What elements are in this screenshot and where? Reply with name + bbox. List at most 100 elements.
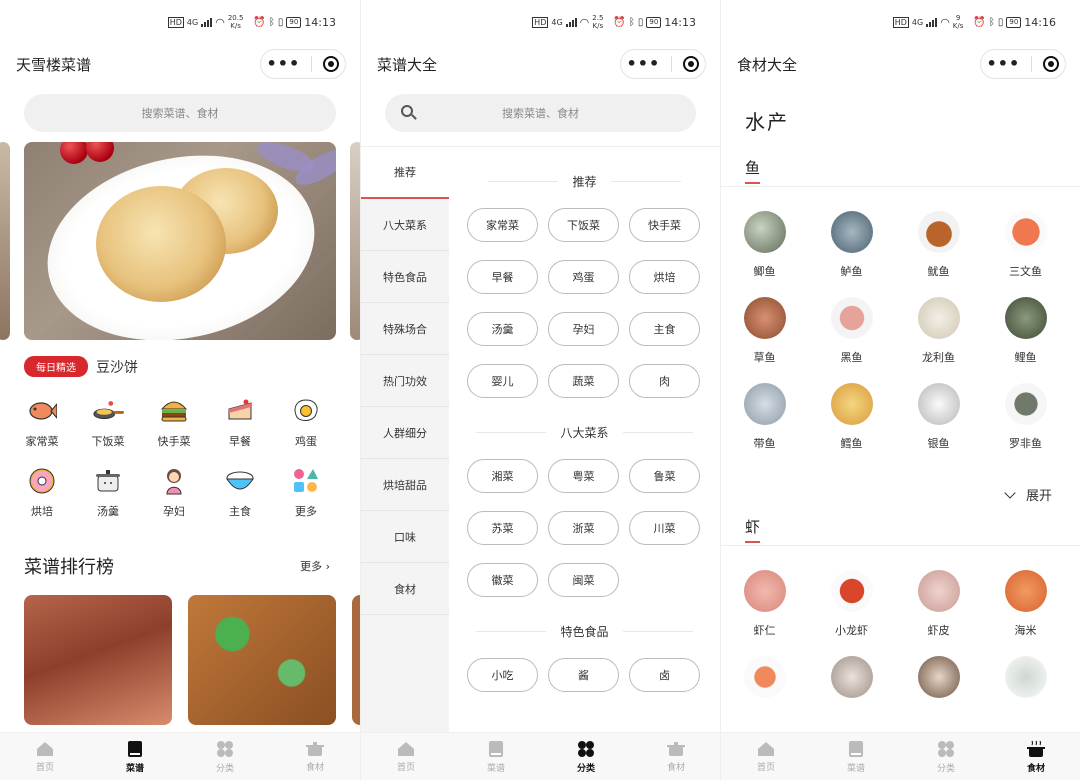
ingredient-item[interactable]: 虾皮 [895, 570, 982, 638]
category-chip[interactable]: 烘培 [629, 260, 700, 294]
category-chip[interactable]: 早餐 [467, 260, 538, 294]
sidenav-item-occasion[interactable]: 特殊场合 [361, 303, 449, 355]
tab-home[interactable]: 首页 [361, 733, 451, 780]
close-miniprogram-icon[interactable] [683, 56, 700, 72]
category-chip[interactable]: 主食 [629, 312, 700, 346]
category-chip[interactable]: 徽菜 [467, 563, 538, 597]
tab-ingredients[interactable]: 食材 [991, 733, 1080, 780]
sidenav-item-taste[interactable]: 口味 [361, 511, 449, 563]
category-item[interactable]: 孕妇 [141, 467, 207, 519]
category-item[interactable]: 家常菜 [9, 397, 75, 449]
tab-categories[interactable]: 分类 [180, 733, 270, 780]
category-chip[interactable]: 家常菜 [467, 208, 538, 242]
category-chip[interactable]: 孕妇 [548, 312, 619, 346]
sidenav-item-specialty[interactable]: 特色食品 [361, 251, 449, 303]
category-chip[interactable]: 酱 [548, 658, 619, 692]
ingredient-item[interactable]: 鱿鱼 [895, 211, 982, 279]
banner-image[interactable] [24, 142, 336, 340]
ingredient-item[interactable]: 草鱼 [721, 297, 808, 365]
ingredient-item[interactable] [982, 656, 1069, 708]
category-chip[interactable]: 汤羹 [467, 312, 538, 346]
search-input[interactable]: 搜索菜谱、食材 [24, 94, 336, 132]
category-chip[interactable]: 粤菜 [548, 459, 619, 493]
category-chip[interactable]: 蔬菜 [548, 364, 619, 398]
category-chip[interactable]: 下饭菜 [548, 208, 619, 242]
category-chip[interactable]: 肉 [629, 364, 700, 398]
category-item[interactable]: 下饭菜 [75, 397, 141, 449]
ingredient-item[interactable]: 银鱼 [895, 383, 982, 451]
sidenav-item-effects[interactable]: 热门功效 [361, 355, 449, 407]
category-chip[interactable]: 苏菜 [467, 511, 538, 545]
category-item[interactable]: 主食 [207, 467, 273, 519]
daily-pick-name[interactable]: 豆沙饼 [96, 357, 138, 377]
category-label: 烘培 [31, 505, 53, 518]
more-options-icon[interactable]: ••• [267, 56, 301, 72]
sidenav-item-people[interactable]: 人群细分 [361, 407, 449, 459]
tab-recipes[interactable]: 菜谱 [90, 733, 180, 780]
ranking-more-link[interactable]: 更多 › [300, 558, 330, 574]
shrimp-section-tab[interactable]: 虾 [745, 516, 761, 543]
ingredient-image [1004, 656, 1047, 698]
ingredient-item[interactable]: 鲤鱼 [982, 297, 1069, 365]
daily-pick-badge: 每日精选 [24, 356, 88, 377]
category-chip[interactable]: 闽菜 [548, 563, 619, 597]
category-item[interactable]: 早餐 [207, 397, 273, 449]
ingredient-item[interactable]: 带鱼 [721, 383, 808, 451]
expand-button[interactable]: 展开 [721, 485, 1052, 504]
daily-pick[interactable]: 每日精选 豆沙饼 [24, 356, 360, 377]
more-options-icon[interactable]: ••• [987, 56, 1021, 72]
category-chip[interactable]: 卤 [629, 658, 700, 692]
sidenav-item-cuisines[interactable]: 八大菜系 [361, 199, 449, 251]
section-title: 八大菜系 [467, 424, 702, 441]
category-item[interactable]: 烘培 [9, 467, 75, 519]
fish-section-tab[interactable]: 鱼 [745, 157, 761, 184]
sidenav-item-ingredients[interactable]: 食材 [361, 563, 449, 615]
tab-ingredients[interactable]: 食材 [270, 733, 360, 780]
ingredient-item[interactable]: 龙利鱼 [895, 297, 982, 365]
category-item[interactable]: 快手菜 [141, 397, 207, 449]
category-chip[interactable]: 浙菜 [548, 511, 619, 545]
more-options-icon[interactable]: ••• [627, 56, 661, 72]
hd-label: HD [532, 16, 549, 28]
ingredient-item[interactable]: 海米 [982, 570, 1069, 638]
close-miniprogram-icon[interactable] [1043, 56, 1060, 72]
ingredient-item[interactable]: 小龙虾 [808, 570, 895, 638]
ingredient-item[interactable] [895, 656, 982, 708]
tab-home[interactable]: 首页 [0, 733, 90, 780]
ingredient-item[interactable]: 罗非鱼 [982, 383, 1069, 451]
tab-categories[interactable]: 分类 [541, 733, 631, 780]
close-miniprogram-icon[interactable] [323, 56, 340, 72]
ranking-card[interactable] [188, 595, 336, 725]
tab-ingredients[interactable]: 食材 [631, 733, 720, 780]
category-item[interactable]: 汤羹 [75, 467, 141, 519]
ingredient-label: 带鱼 [753, 437, 776, 450]
tab-recipes[interactable]: 菜谱 [451, 733, 541, 780]
ranking-card[interactable] [24, 595, 172, 725]
tab-home[interactable]: 首页 [721, 733, 811, 780]
sidenav-item-baking[interactable]: 烘培甜品 [361, 459, 449, 511]
ingredient-item[interactable]: 鳕鱼 [808, 383, 895, 451]
ingredient-item[interactable]: 鲈鱼 [808, 211, 895, 279]
category-chip[interactable]: 婴儿 [467, 364, 538, 398]
search-input[interactable]: 搜索菜谱、食材 [385, 94, 696, 132]
ingredient-item[interactable]: 黑鱼 [808, 297, 895, 365]
banner-carousel[interactable] [0, 142, 360, 342]
category-chip[interactable]: 湘菜 [467, 459, 538, 493]
category-chip[interactable]: 川菜 [629, 511, 700, 545]
book-icon [489, 740, 503, 757]
category-item[interactable]: 鸡蛋 [273, 397, 339, 449]
ingredient-item[interactable] [808, 656, 895, 708]
sidenav-item-recommend[interactable]: 推荐 [361, 147, 449, 199]
category-chip[interactable]: 鸡蛋 [548, 260, 619, 294]
category-item[interactable]: 更多 [273, 467, 339, 519]
category-chip[interactable]: 鲁菜 [629, 459, 700, 493]
ingredient-item[interactable]: 虾仁 [721, 570, 808, 638]
ingredient-image [830, 211, 873, 253]
category-chip[interactable]: 小吃 [467, 658, 538, 692]
ingredient-item[interactable]: 鲫鱼 [721, 211, 808, 279]
tab-categories[interactable]: 分类 [901, 733, 991, 780]
ingredient-item[interactable]: 三文鱼 [982, 211, 1069, 279]
category-chip[interactable]: 快手菜 [629, 208, 700, 242]
tab-recipes[interactable]: 菜谱 [811, 733, 901, 780]
ingredient-item[interactable] [721, 656, 808, 708]
